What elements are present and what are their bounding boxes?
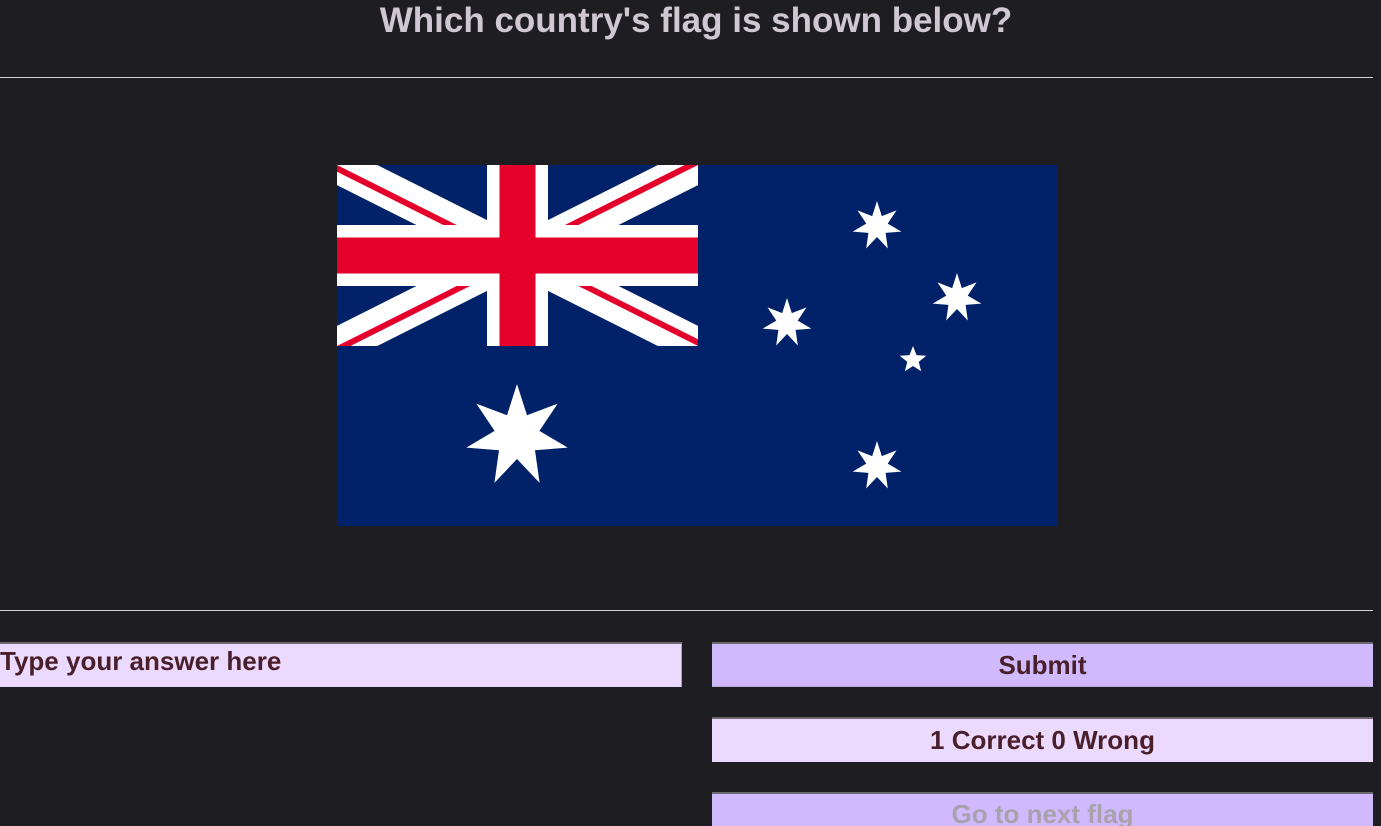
top-divider <box>0 77 1373 78</box>
flag-image <box>337 165 1058 526</box>
union-jack-canton <box>337 165 698 346</box>
bottom-divider <box>0 610 1373 611</box>
question-heading: Which country's flag is shown below? <box>379 1 1013 40</box>
next-flag-button[interactable]: Go to next flag <box>712 792 1373 826</box>
submit-button[interactable]: Submit <box>712 642 1373 687</box>
flag-quiz-page: Which country's flag is shown below? Sub… <box>0 0 1381 826</box>
score-display: 1 Correct 0 Wrong <box>712 717 1373 762</box>
answer-input[interactable] <box>0 642 682 687</box>
